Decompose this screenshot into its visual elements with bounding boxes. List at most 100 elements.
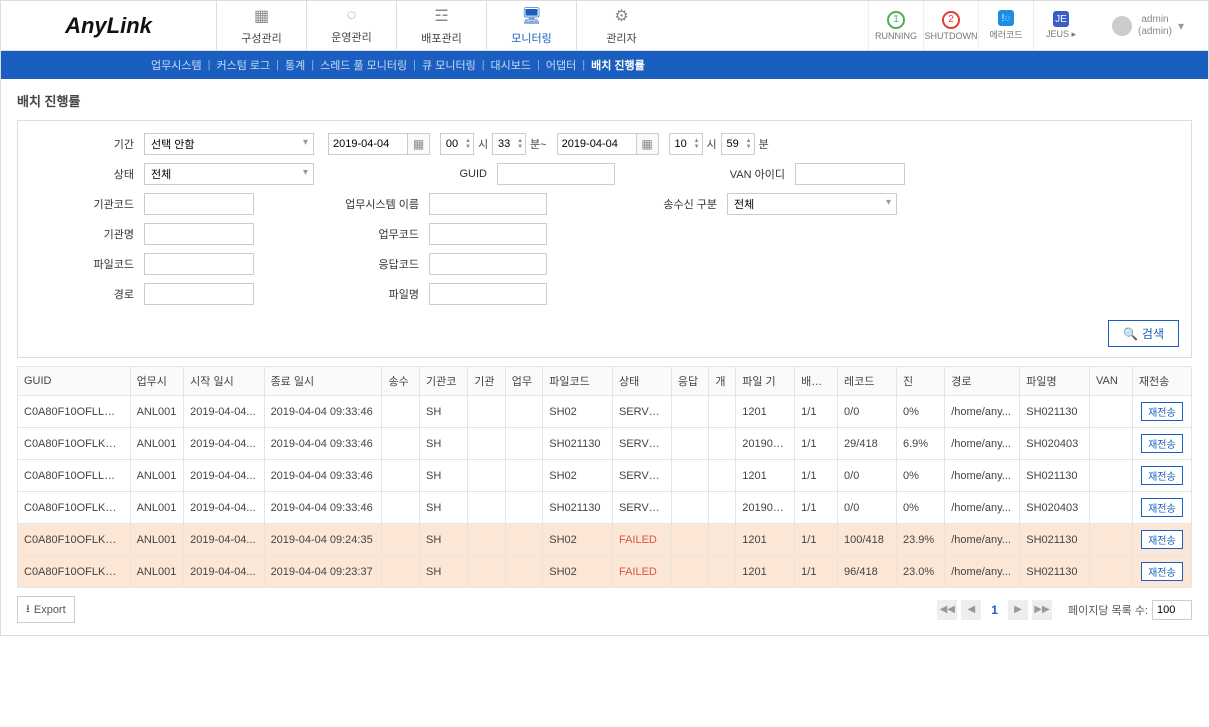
column-header[interactable]: 시작 일시 [184,367,264,396]
guid-input[interactable] [497,163,615,185]
column-header[interactable]: 응답 [671,367,709,396]
export-button[interactable]: ⭳ Export [17,596,75,623]
column-header[interactable]: 상태 [612,367,671,396]
resend-button[interactable]: 재전송 [1141,434,1183,453]
separator: | [413,59,416,71]
column-header[interactable]: 배치건 [795,367,838,396]
resend-button[interactable]: 재전송 [1141,562,1183,581]
column-header[interactable]: 레코드 [838,367,897,396]
nav-tab-구성관리[interactable]: ▦구성관리 [216,1,306,50]
calendar-icon[interactable]: ▦ [637,133,659,155]
column-header[interactable]: 송수 [382,367,420,396]
biz-name-input[interactable] [429,193,547,215]
file-code-input[interactable] [144,253,254,275]
search-label: 검색 [1142,325,1164,342]
page-last-button[interactable]: ▶▶ [1032,600,1052,620]
from-hour-spin[interactable]: ▲▼ [440,133,474,155]
cell-instn [468,428,506,460]
column-header[interactable]: 기관 [468,367,506,396]
table-row[interactable]: C0A80F10OFLKNO...ANL0012019-04-04...2019… [18,492,1192,524]
page-first-button[interactable]: ◀◀ [937,600,957,620]
table-row[interactable]: C0A80F10OFLKNO...ANL0012019-04-04...2019… [18,524,1192,556]
txrx-select[interactable] [727,193,897,215]
header-spacer [666,1,868,50]
resend-button[interactable]: 재전송 [1141,498,1183,517]
column-header[interactable]: 업무 [505,367,543,396]
separator: | [311,59,314,71]
user-menu[interactable]: admin (admin) ▾ [1088,1,1208,50]
table-row[interactable]: C0A80F10OFLLGPC...ANL0012019-04-04...201… [18,460,1192,492]
to-min-spin[interactable]: ▲▼ [721,133,755,155]
resend-button[interactable]: 재전송 [1141,530,1183,549]
subnav: 업무시스템 | 커스텀 로그 | 통계 | 스레드 풀 모니터링 | 큐 모니터… [1,51,1208,79]
column-header[interactable]: 파일명 [1020,367,1090,396]
column-header[interactable]: 업무시 [130,367,184,396]
nav-tab-관리자[interactable]: ⚙관리자 [576,1,666,50]
cell-instn [468,524,506,556]
column-header[interactable]: 파일 기 [736,367,795,396]
column-header[interactable]: 경로 [945,367,1020,396]
nav-tab-배포관리[interactable]: ☲배포관리 [396,1,486,50]
subnav-item[interactable]: 대시보드 [491,57,531,73]
column-header[interactable]: GUID [18,367,131,396]
page-title: 배치 진행률 [17,91,1192,110]
subnav-item[interactable]: 통계 [285,57,305,73]
cell-resp [671,460,709,492]
content: 배치 진행률 기간 ▦ ▲▼ 시 ▲▼ 분~ ▦ ▲▼ 시 ▲▼ [1,79,1208,635]
column-header[interactable]: 개 [709,367,736,396]
inst-code-input[interactable] [144,193,254,215]
status-shutdown[interactable]: 2 SHUTDOWN [923,1,978,50]
cell-batch: 1/1 [795,428,838,460]
resend-button[interactable]: 재전송 [1141,466,1183,485]
table-row[interactable]: C0A80F10OFLKAKB...ANL0012019-04-04...201… [18,428,1192,460]
cell-file: SH02 [543,460,613,492]
page-next-button[interactable]: ▶ [1008,600,1028,620]
page-size-input[interactable] [1152,600,1192,620]
cell-bizc [505,428,543,460]
status-running[interactable]: 1 RUNNING [868,1,923,50]
cell-start: 2019-04-04... [184,524,264,556]
status-jeus[interactable]: JE JEUS ▸ [1033,1,1088,50]
column-header[interactable]: 종료 일시 [264,367,382,396]
column-header[interactable]: VAN [1089,367,1132,396]
subnav-item[interactable]: 어댑터 [546,57,576,73]
subnav-item[interactable]: 스레드 풀 모니터링 [320,57,407,73]
cell-resp [671,396,709,428]
column-header[interactable]: 기관코 [420,367,468,396]
table-row[interactable]: C0A80F10OFLKAJO...ANL0012019-04-04...201… [18,556,1192,588]
hour-label2: 시 [707,136,717,152]
search-button[interactable]: 🔍 검색 [1108,320,1179,347]
from-date-input[interactable] [328,133,408,155]
status-errcode[interactable]: !◌ 에러코드 [978,1,1033,50]
resp-code-input[interactable] [429,253,547,275]
grid-footer: ⭳ Export ◀◀ ◀ 1 ▶ ▶▶ 페이지당 목록 수: [17,596,1192,623]
path-input[interactable] [144,283,254,305]
column-header[interactable]: 진 [897,367,945,396]
vanid-input[interactable] [795,163,905,185]
column-header[interactable]: 파일코드 [543,367,613,396]
status-select[interactable] [144,163,314,185]
cell-resend: 재전송 [1132,556,1191,588]
to-date-input[interactable] [557,133,637,155]
resend-button[interactable]: 재전송 [1141,402,1183,421]
subnav-item[interactable]: 큐 모니터링 [422,57,476,73]
period-select[interactable] [144,133,314,155]
from-min-spin[interactable]: ▲▼ [492,133,526,155]
filename-label: 파일명 [254,286,429,302]
to-hour-spin[interactable]: ▲▼ [669,133,703,155]
calendar-icon[interactable]: ▦ [408,133,430,155]
nav-tab-운영관리[interactable]: ◌운영관리 [306,1,396,50]
nav-tab-모니터링[interactable]: 🖥모니터링 [486,1,576,50]
shutdown-count-circle: 2 [942,11,960,29]
subnav-item[interactable]: 배치 진행률 [591,57,645,73]
filename-input[interactable] [429,283,547,305]
page-prev-button[interactable]: ◀ [961,600,981,620]
subnav-item[interactable]: 업무시스템 [151,57,202,73]
column-header[interactable]: 재전송 [1132,367,1191,396]
cell-bizc [505,460,543,492]
inst-name-input[interactable] [144,223,254,245]
cell-file: SH021130 [543,492,613,524]
biz-code-input[interactable] [429,223,547,245]
subnav-item[interactable]: 커스텀 로그 [216,57,270,73]
table-row[interactable]: C0A80F10OFLLGPC...ANL0012019-04-04...201… [18,396,1192,428]
